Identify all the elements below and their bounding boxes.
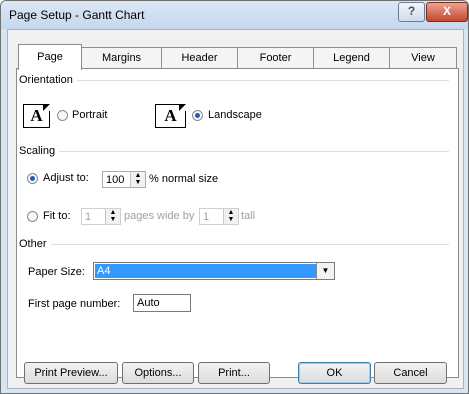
tab-header[interactable]: Header	[161, 47, 238, 69]
adjust-to-spinner[interactable]: 100 ▲ ▼	[102, 171, 146, 188]
chevron-down-icon[interactable]: ▼	[316, 263, 334, 279]
fit-mid-label: pages wide by	[124, 210, 195, 222]
fit-tall-label: tall	[241, 210, 256, 222]
print-button[interactable]: Print...	[198, 362, 270, 384]
fit-wide-value: 1	[85, 211, 92, 223]
fit-tall-spinner[interactable]: 1 ▲ ▼	[199, 208, 239, 225]
cancel-button[interactable]: Cancel	[374, 362, 447, 384]
adjust-to-value: 100	[106, 174, 125, 186]
landscape-label: Landscape	[208, 109, 262, 121]
paper-size-label: Paper Size:	[28, 266, 85, 278]
fit-to-radio[interactable]	[27, 211, 38, 222]
other-heading: Other	[19, 238, 51, 250]
tab-footer[interactable]: Footer	[237, 47, 314, 69]
paper-size-value: A4	[95, 264, 316, 278]
scaling-heading: Scaling	[19, 145, 60, 157]
paper-size-select[interactable]: A4 ▼	[93, 262, 335, 280]
landscape-radio[interactable]	[192, 110, 203, 121]
options-button[interactable]: Options...	[122, 362, 194, 384]
portrait-label: Portrait	[72, 109, 108, 121]
tab-page[interactable]: Page	[18, 44, 82, 70]
tab-view[interactable]: View	[389, 47, 457, 69]
tab-legend[interactable]: Legend	[313, 47, 390, 69]
portrait-icon: A	[23, 104, 50, 128]
adjust-to-suffix: % normal size	[149, 173, 219, 185]
spin-arrows-icon[interactable]: ▲ ▼	[105, 209, 120, 224]
fit-tall-value: 1	[203, 211, 210, 223]
fit-wide-spinner[interactable]: 1 ▲ ▼	[81, 208, 121, 225]
orientation-divider	[25, 80, 449, 81]
first-page-label: First page number:	[28, 298, 121, 310]
help-button[interactable]: ?	[398, 2, 425, 22]
print-preview-button[interactable]: Print Preview...	[24, 362, 118, 384]
other-divider	[25, 244, 449, 245]
dialog-client-area: Page Margins Header Footer Legend View O…	[7, 29, 464, 389]
adjust-to-radio[interactable]	[27, 173, 38, 184]
spin-arrows-icon[interactable]: ▲ ▼	[223, 209, 238, 224]
portrait-radio[interactable]	[57, 110, 68, 121]
page-tab-panel: Orientation A Portrait A Landscape Scali…	[16, 68, 459, 378]
ok-button[interactable]: OK	[298, 362, 371, 384]
close-button[interactable]: X	[426, 2, 468, 22]
fit-to-label: Fit to:	[43, 210, 71, 222]
orientation-heading: Orientation	[19, 74, 77, 86]
adjust-to-label: Adjust to:	[43, 172, 89, 184]
spin-arrows-icon[interactable]: ▲ ▼	[130, 172, 145, 187]
tab-margins[interactable]: Margins	[81, 47, 162, 69]
dialog-title: Page Setup - Gantt Chart	[9, 8, 145, 22]
landscape-icon: A	[155, 104, 186, 128]
page-setup-dialog: Page Setup - Gantt Chart ? X Page Margin…	[0, 0, 469, 394]
first-page-input[interactable]: Auto	[133, 294, 191, 312]
scaling-divider	[25, 151, 449, 152]
title-bar: Page Setup - Gantt Chart ? X	[1, 1, 468, 29]
